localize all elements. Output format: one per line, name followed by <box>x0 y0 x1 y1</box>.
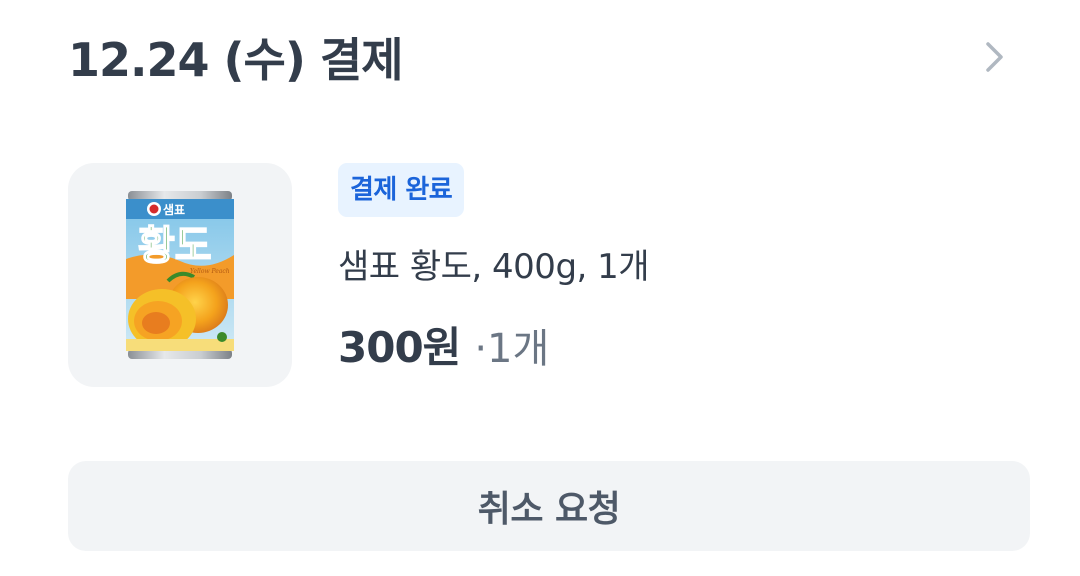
price-row: 300원 ·1개 <box>338 314 549 375</box>
product-image-label: 황도 <box>138 223 212 269</box>
payment-status-badge: 결제 완료 <box>338 163 465 217</box>
order-card: 12.24 (수) 결제 샘표 황도 Yellow Peach 결제 완료 샘표… <box>0 0 1080 576</box>
item-price: 300원 <box>338 323 461 372</box>
item-quantity: ·1개 <box>474 326 550 372</box>
cancel-request-button[interactable]: 취소 요청 <box>68 461 1030 551</box>
product-name: 샘표 황도, 400g, 1개 <box>338 247 650 287</box>
item-details: 결제 완료 샘표 황도, 400g, 1개 300원 ·1개 <box>338 163 650 375</box>
order-header[interactable]: 12.24 (수) 결제 <box>68 24 1012 90</box>
order-date-title: 12.24 (수) 결제 <box>68 33 404 87</box>
product-image-brand: 샘표 <box>163 202 185 217</box>
order-item[interactable]: 샘표 황도 Yellow Peach 결제 완료 샘표 황도, 400g, 1개… <box>68 163 1012 388</box>
chevron-right-icon[interactable] <box>978 40 1012 74</box>
product-thumbnail[interactable]: 샘표 황도 Yellow Peach <box>68 163 292 387</box>
product-image-subtext: Yellow Peach <box>190 268 230 275</box>
canned-peach-product-image: 샘표 황도 Yellow Peach <box>126 191 234 359</box>
